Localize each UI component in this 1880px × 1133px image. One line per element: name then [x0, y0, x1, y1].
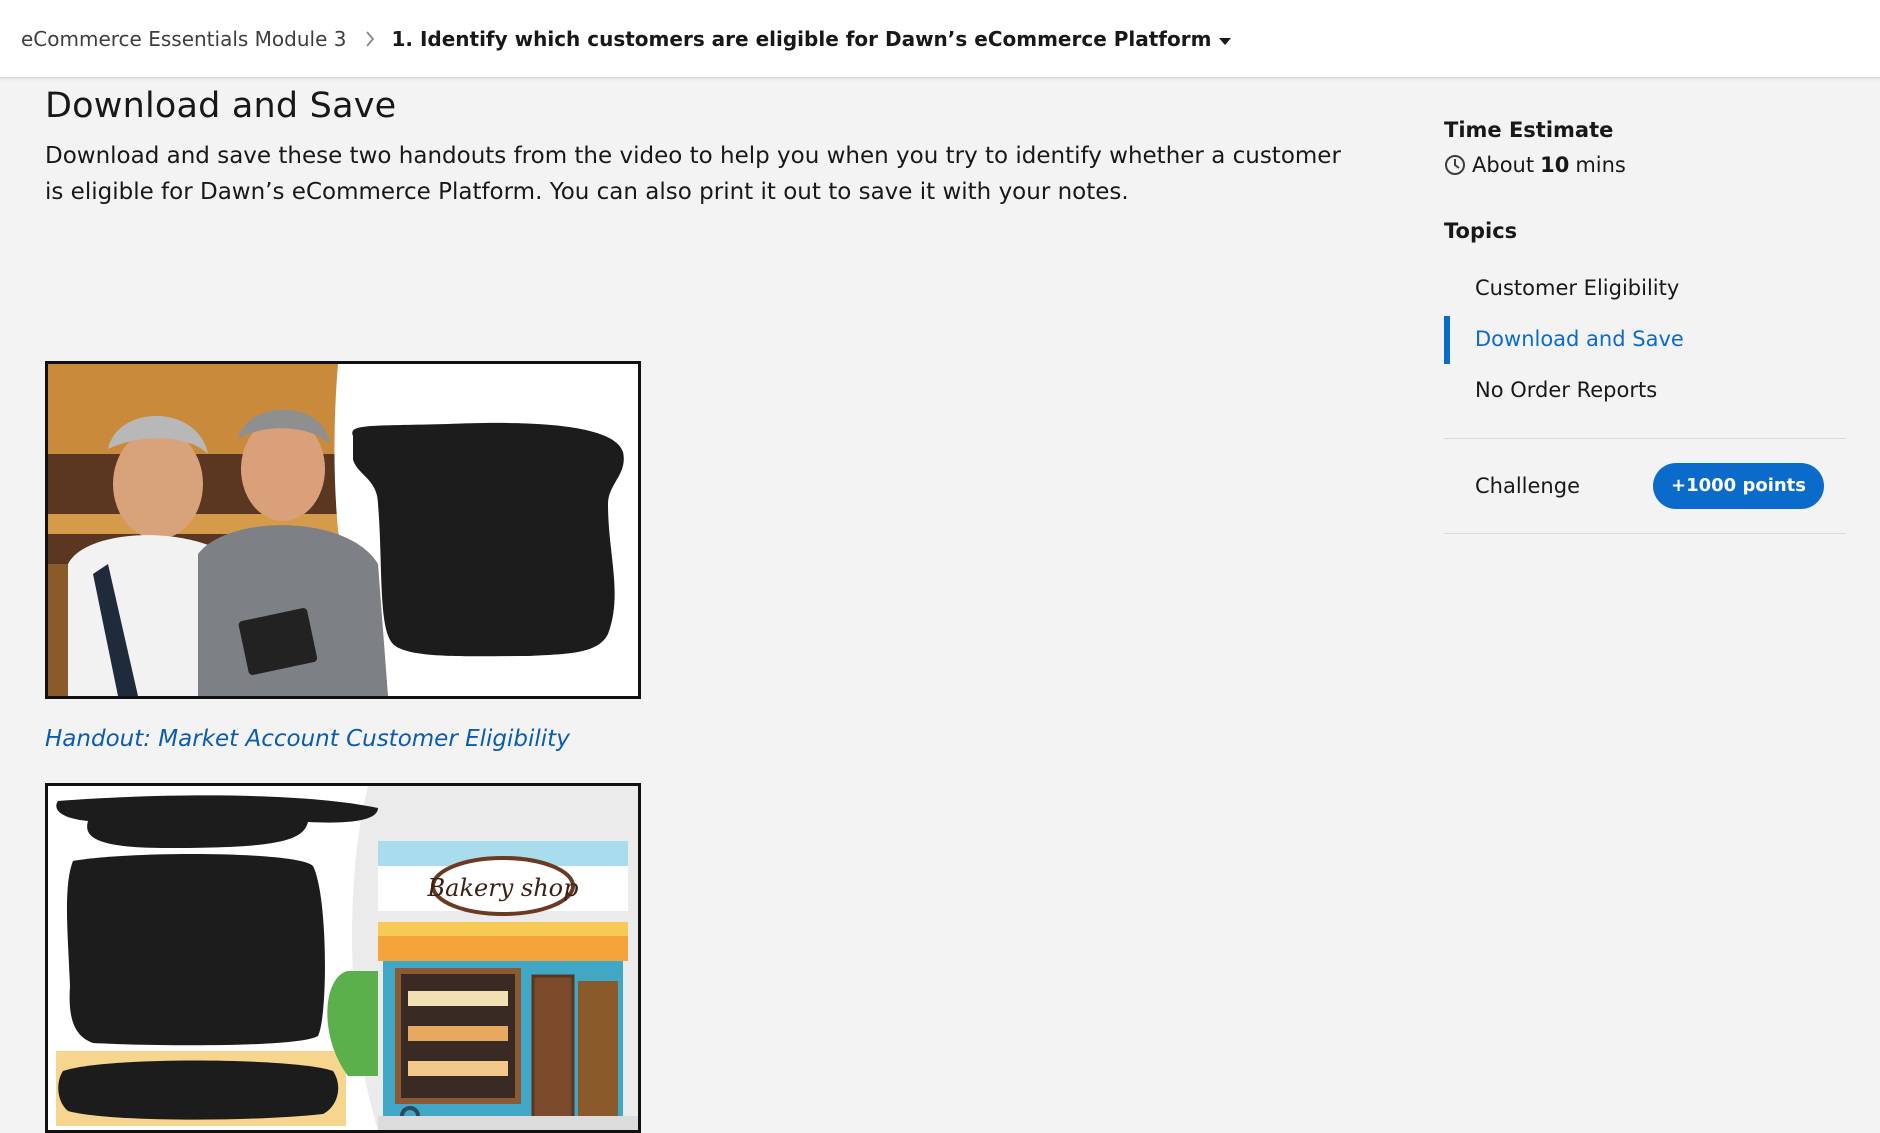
topics-heading: Topics	[1444, 219, 1518, 243]
handout-image-2: Bakery shop	[45, 783, 641, 1133]
challenge-row[interactable]: Challenge +1000 points	[1444, 439, 1824, 533]
topic-list: Customer Eligibility Download and Save N…	[1444, 263, 1846, 416]
time-unit: mins	[1575, 153, 1626, 177]
main-content: Download and Save Download and save thes…	[45, 84, 1345, 1133]
topic-no-order-reports[interactable]: No Order Reports	[1444, 365, 1846, 416]
challenge-label: Challenge	[1475, 474, 1580, 498]
breadcrumb-current-label: 1. Identify which customers are eligible…	[391, 26, 1212, 51]
chevron-right-icon	[365, 30, 375, 47]
handout-image-1	[45, 361, 641, 699]
top-navigation-bar: eCommerce Essentials Module 3 1. Identif…	[0, 0, 1880, 78]
sidebar-divider-bottom	[1444, 533, 1846, 534]
handout-link-market-account[interactable]: Handout: Market Account Customer Eligibi…	[45, 726, 570, 752]
time-estimate: About 10 mins	[1444, 153, 1846, 177]
page-title: Download and Save	[45, 86, 397, 126]
topic-customer-eligibility[interactable]: Customer Eligibility	[1444, 263, 1846, 314]
time-value: 10	[1540, 153, 1570, 177]
points-badge: +1000 points	[1653, 463, 1824, 509]
breadcrumb-module-link[interactable]: eCommerce Essentials Module 3	[21, 27, 346, 51]
topic-download-and-save[interactable]: Download and Save	[1444, 314, 1846, 365]
time-estimate-heading: Time Estimate	[1444, 118, 1614, 142]
sidebar: Time Estimate About 10 mins Topics Custo…	[1444, 118, 1846, 534]
intro-paragraph: Download and save these two handouts fro…	[45, 143, 1341, 205]
bakery-sign-text: Bakery shop	[427, 874, 579, 902]
breadcrumb-current-unit-dropdown[interactable]: 1. Identify which customers are eligible…	[391, 26, 1232, 51]
caret-down-icon	[1219, 27, 1232, 51]
clock-icon	[1444, 154, 1466, 176]
time-prefix: About	[1472, 153, 1535, 177]
